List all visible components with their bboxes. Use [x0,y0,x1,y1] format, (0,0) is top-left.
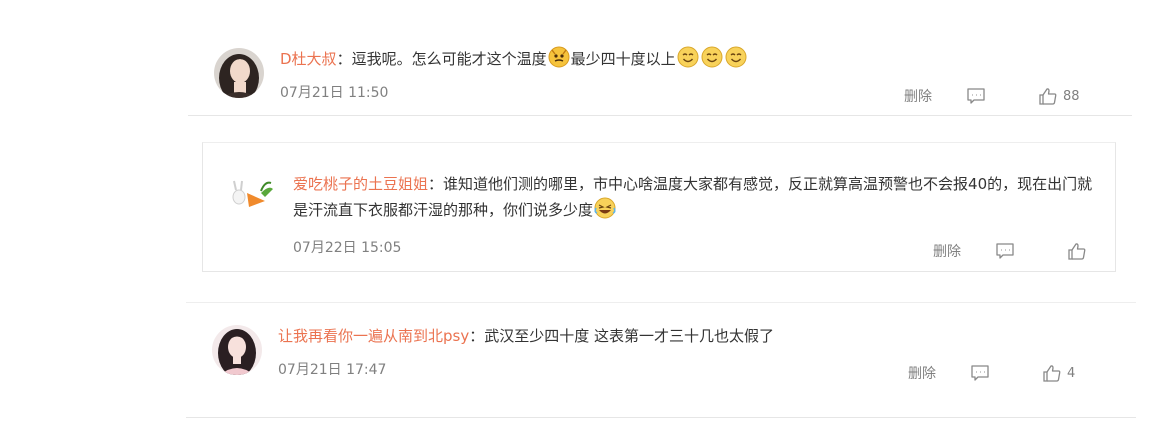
sly-face-emoji [548,46,570,76]
comment-actions: 删除 4 [908,363,1075,383]
like-count: 88 [1063,88,1080,104]
comment-body: 爱吃桃子的土豆姐姐：谁知道他们测的哪里，市中心啥温度大家都有感觉，反正就算高温预… [293,171,1103,227]
comment-list: D杜大叔：逗我呢。怎么可能才这个温度 最少四十度以上 07月21日 11:50 删… [0,0,1164,435]
comment-item: 爱吃桃子的土豆姐姐：谁知道他们测的哪里，市中心啥温度大家都有感觉，反正就算高温预… [202,142,1116,272]
username-link[interactable]: D杜大叔 [280,50,337,68]
username-link[interactable]: 让我再看你一遍从南到北psy [278,327,469,345]
comment-timestamp: 07月22日 15:05 [293,240,402,256]
comment-body: D杜大叔：逗我呢。怎么可能才这个温度 最少四十度以上 [280,46,748,76]
username-link[interactable]: 爱吃桃子的土豆姐姐 [293,175,428,193]
comment-body: 让我再看你一遍从南到北psy：武汉至少四十度 这表第一才三十几也太假了 [278,327,775,345]
comment-icon [971,365,989,381]
smile-emoji [701,46,723,76]
laughing-emoji [594,197,616,227]
comment-item: 让我再看你一遍从南到北psy：武汉至少四十度 这表第一才三十几也太假了 07月2… [186,302,1136,418]
delete-button[interactable]: 删除 [908,363,936,383]
comment-actions: 删除 88 [904,86,1080,106]
comment-text: 武汉至少四十度 这表第一才三十几也太假了 [484,327,775,345]
smile-emoji [677,46,699,76]
like-count: 4 [1067,365,1076,381]
thumbs-up-icon [1043,365,1061,382]
avatar[interactable] [212,325,262,375]
avatar[interactable] [214,48,264,98]
comment-text: 逗我呢。怎么可能才这个温度 [351,50,547,68]
like-button[interactable] [1067,242,1092,260]
comment-text: 谁知道他们测的哪里，市中心啥温度大家都有感觉，反正就算高温预警也不会报 [443,175,969,193]
thumbs-up-icon [1068,243,1086,260]
comment-timestamp: 07月21日 11:50 [280,85,389,101]
thumbs-up-icon [1039,88,1057,105]
comment-icon [967,88,985,104]
delete-button[interactable]: 删除 [933,241,961,261]
like-button[interactable]: 88 [1038,87,1080,105]
reply-button[interactable] [995,242,1015,260]
comment-item: D杜大叔：逗我呢。怎么可能才这个温度 最少四十度以上 07月21日 11:50 删… [188,22,1132,116]
reply-button[interactable] [966,87,986,105]
comment-timestamp: 07月21日 17:47 [278,362,387,378]
comment-text: 最少四十度以上 [570,50,676,68]
reply-button[interactable] [970,364,990,382]
avatar[interactable] [225,171,275,221]
smile-emoji [725,46,747,76]
comment-actions: 删除 [933,241,1092,261]
comment-icon [996,243,1014,259]
like-button[interactable]: 4 [1042,364,1075,382]
delete-button[interactable]: 删除 [904,86,932,106]
